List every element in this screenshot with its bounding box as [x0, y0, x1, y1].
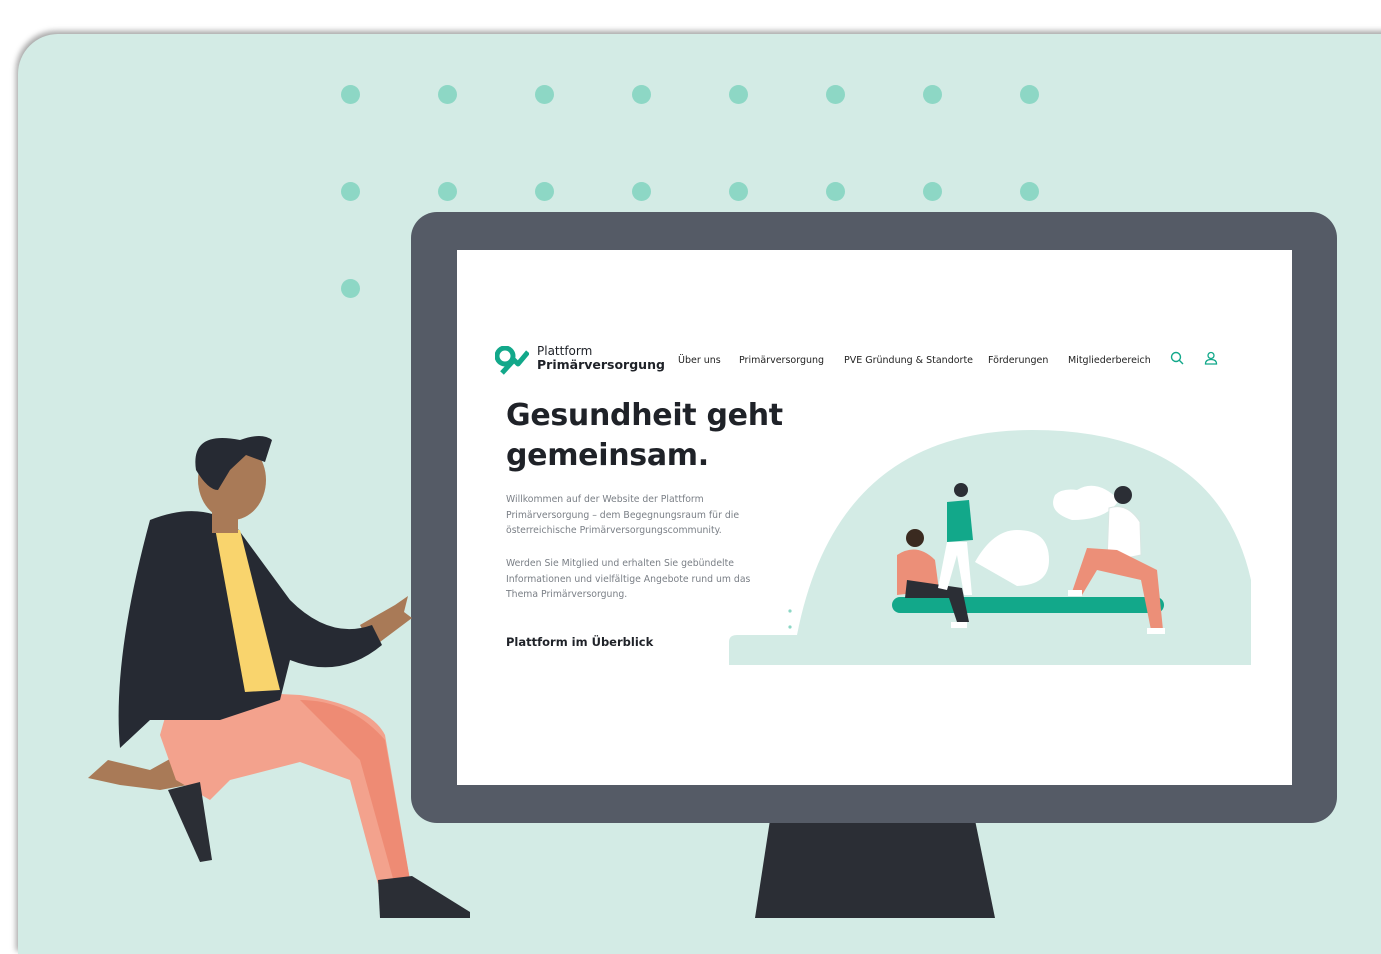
person-illustration [88, 436, 470, 918]
